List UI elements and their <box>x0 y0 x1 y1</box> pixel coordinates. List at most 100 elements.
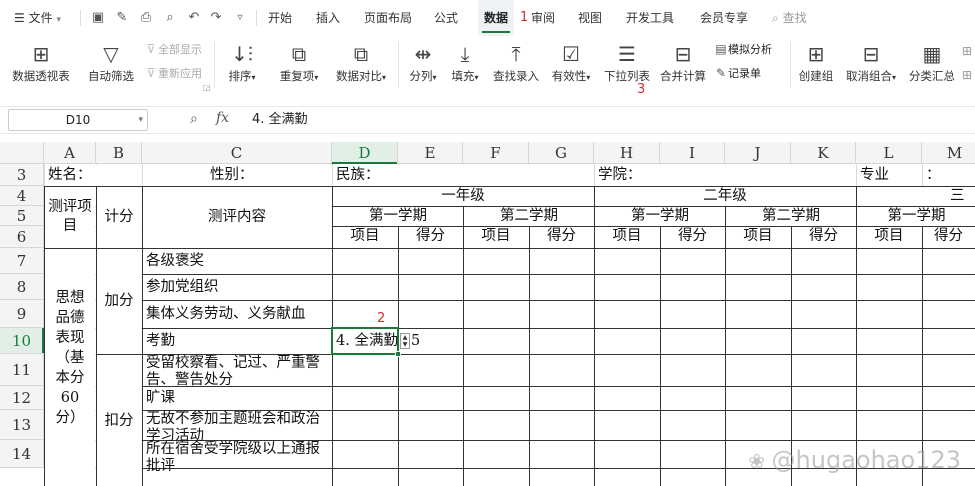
dropdown-spin-icon[interactable]: ▲ ▼ <box>400 333 410 349</box>
column-header-j[interactable]: J <box>725 142 791 164</box>
ungroup-button[interactable]: ⊟ 取消组合▾ <box>840 40 902 84</box>
row-header-3[interactable]: 3 <box>0 164 44 186</box>
row-header-10[interactable]: 10 <box>0 328 44 354</box>
cell-m3[interactable]: ： <box>926 166 946 184</box>
cell-b7[interactable]: 加分 <box>98 248 140 354</box>
duplicates-button[interactable]: ⧉ 重复项▾ <box>272 40 326 84</box>
tab-home[interactable]: 开始 <box>268 0 292 36</box>
reapply-button[interactable]: ⊽ 重新应用 <box>144 64 202 82</box>
column-header-f[interactable]: F <box>463 142 529 164</box>
cell-c14[interactable]: 所在宿舍受学院级以上通报批评 <box>146 441 330 481</box>
cell-b4[interactable]: 计分 <box>98 186 140 248</box>
name-box[interactable]: D10 ▾ <box>8 109 148 131</box>
cell-e6[interactable]: 得分 <box>399 227 462 245</box>
column-header-l[interactable]: L <box>856 142 922 164</box>
more-tools-icon[interactable]: ⊞ <box>962 68 972 82</box>
column-header-e[interactable]: E <box>398 142 463 164</box>
cell-d5[interactable]: 第一学期 <box>334 207 462 225</box>
cell-j6[interactable]: 项目 <box>726 227 790 245</box>
column-header-i[interactable]: I <box>660 142 725 164</box>
cell-f5[interactable]: 第二学期 <box>465 207 593 225</box>
cell-h4[interactable]: 二年级 <box>596 187 854 207</box>
row-header-14[interactable]: 14 <box>0 440 44 468</box>
cell-c10[interactable]: 考勤 <box>146 328 332 354</box>
row-header-8[interactable]: 8 <box>0 274 44 300</box>
dialog-launcher-icon[interactable]: ◲ <box>203 83 211 92</box>
cell-c9[interactable]: 集体义务劳动、义务献血 <box>146 300 332 328</box>
column-header-g[interactable]: G <box>529 142 594 164</box>
cell-l3[interactable]: 专业 <box>860 166 900 184</box>
cell-c3[interactable]: 性别： <box>210 166 290 184</box>
column-header-k[interactable]: K <box>791 142 856 164</box>
cell-a4[interactable]: 测评项目 <box>46 186 94 248</box>
more-tools-icon[interactable]: ⊞ <box>962 44 972 58</box>
data-compare-button[interactable]: ⧉ 数据对比▾ <box>330 40 392 84</box>
cell-h3[interactable]: 学院： <box>598 166 658 184</box>
chevron-down-icon[interactable]: ▾ <box>138 110 143 130</box>
show-all-button[interactable]: ⊽ 全部显示 <box>144 40 202 58</box>
cell-h5[interactable]: 第一学期 <box>596 207 724 225</box>
cell-c7[interactable]: 各级褒奖 <box>146 248 332 274</box>
create-group-button[interactable]: ⊞ 创建组 <box>796 40 836 84</box>
row-header-7[interactable]: 7 <box>0 248 44 274</box>
undo-icon[interactable]: ↶ <box>186 10 202 26</box>
cell-i6[interactable]: 得分 <box>661 227 724 245</box>
cell-c13[interactable]: 无故不参加主题班会和政治学习活动 <box>146 411 330 444</box>
cell-l5[interactable]: 第一学期 <box>858 207 975 225</box>
cell-l4[interactable]: 三 <box>950 187 975 207</box>
tab-view[interactable]: 视图 <box>578 0 602 36</box>
tab-developer[interactable]: 开发工具 <box>626 0 674 36</box>
tab-member[interactable]: 会员专享 <box>700 0 748 36</box>
tab-insert[interactable]: 插入 <box>316 0 340 36</box>
subtotal-button[interactable]: ▦ 分类汇总 <box>906 40 958 84</box>
column-header-h[interactable]: H <box>594 142 660 164</box>
fx-icon[interactable]: fx <box>216 110 229 126</box>
record-form-button[interactable]: ✎ 记录单 <box>714 64 761 82</box>
split-column-button[interactable]: ⇹ 分列▾ <box>404 40 442 84</box>
find-entry-button[interactable]: ⤒ 查找录入 <box>490 40 542 84</box>
row-header-12[interactable]: 12 <box>0 386 44 410</box>
cell-c8[interactable]: 参加党组织 <box>146 274 332 300</box>
select-all-corner[interactable] <box>0 142 44 164</box>
cell-d10[interactable]: 4. 全满勤 <box>336 328 400 354</box>
what-if-analysis-button[interactable]: ▤模拟分析 <box>714 40 772 58</box>
search-box[interactable]: ⌕ 查找 <box>772 0 807 36</box>
consolidate-button[interactable]: ⊟ 合并计算 <box>658 40 708 84</box>
cell-d3[interactable]: 民族： <box>336 166 396 184</box>
cell-d6[interactable]: 项目 <box>333 227 397 245</box>
cell-d4[interactable]: 一年级 <box>334 187 592 207</box>
pivot-table-button[interactable]: ⊞ 数据透视表 <box>8 40 74 84</box>
auto-filter-button[interactable]: ▽ 自动筛选 <box>86 40 136 84</box>
fill-button[interactable]: ⤓ 填充▾ <box>446 40 484 84</box>
formula-input[interactable]: 4. 全满勤 <box>252 107 308 133</box>
tab-review[interactable]: 审阅 <box>531 0 555 36</box>
cell-b11[interactable]: 扣分 <box>98 354 140 486</box>
column-header-b[interactable]: B <box>96 142 142 164</box>
cell-m6[interactable]: 得分 <box>923 227 974 245</box>
cell-a7[interactable]: 思想品德表现（基本分60分） <box>50 248 90 468</box>
zoom-icon[interactable]: ⌕ <box>190 111 198 127</box>
cell-a3[interactable]: 姓名： <box>48 166 108 184</box>
spreadsheet-grid[interactable]: A B C D E F G H I J K L M 3 4 5 6 7 8 9 10 11 12 13 14 姓名： 性别： 民族：… <box>0 142 975 486</box>
cell-h6[interactable]: 项目 <box>595 227 659 245</box>
row-header-11[interactable]: 11 <box>0 354 44 386</box>
cell-c4[interactable]: 测评内容 <box>144 186 330 248</box>
tab-formulas[interactable]: 公式 <box>434 0 458 36</box>
row-header-9[interactable]: 9 <box>0 300 44 328</box>
print-icon[interactable]: ⎙ <box>138 10 154 26</box>
cell-k6[interactable]: 得分 <box>792 227 855 245</box>
cell-f6[interactable]: 项目 <box>464 227 528 245</box>
row-header-13[interactable]: 13 <box>0 410 44 440</box>
print-preview-icon[interactable]: ⌕ <box>162 10 178 26</box>
row-header-4[interactable]: 4 <box>0 186 44 206</box>
column-header-d[interactable]: D <box>332 142 398 164</box>
file-menu[interactable]: ☰ 文件 ▾ <box>14 0 61 36</box>
column-header-m[interactable]: M <box>922 142 975 164</box>
save-icon[interactable]: ▣ <box>90 10 106 26</box>
tab-data[interactable]: 数据 <box>478 0 515 36</box>
cell-c11[interactable]: 受留校察看、记过、严重警告、警告处分 <box>146 355 330 388</box>
cell-l6[interactable]: 项目 <box>857 227 921 245</box>
cell-j5[interactable]: 第二学期 <box>727 207 855 225</box>
customize-quick-access-icon[interactable]: ▿ <box>232 10 248 26</box>
sort-button[interactable]: ↓⫶ 排序▾ <box>222 40 262 84</box>
